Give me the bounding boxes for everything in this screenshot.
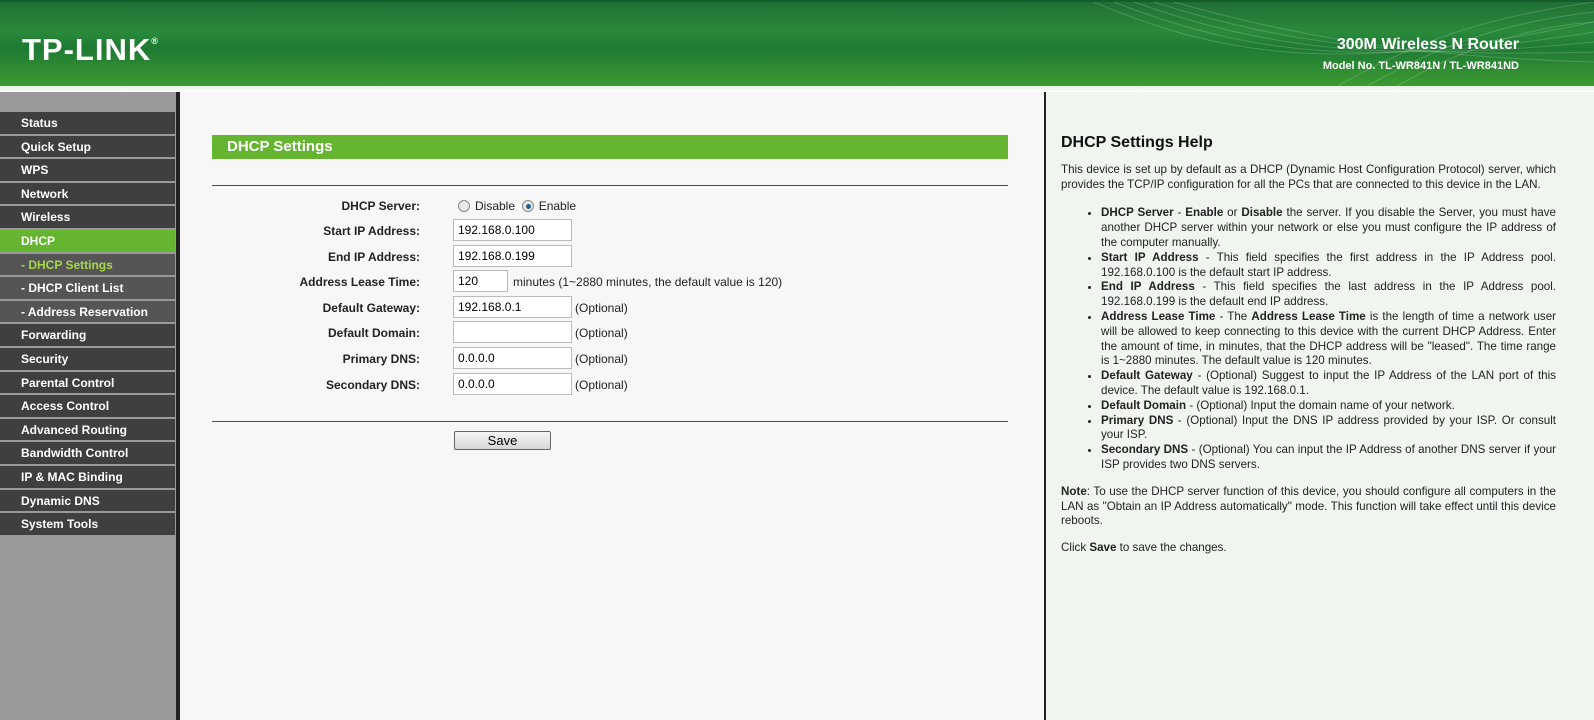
sidebar-item-bandwidth-control[interactable]: Bandwidth Control [0,442,175,466]
sidebar-top-band [0,92,176,112]
help-list: DHCP Server - Enable or Disable the serv… [1101,206,1556,472]
sidebar-item-status[interactable]: Status [0,112,175,136]
lease-time-row: Address Lease Time: minutes (1~2880 minu… [180,270,1040,294]
sidebar-item-ip-mac-binding[interactable]: IP & MAC Binding [0,465,175,490]
start-ip-input[interactable] [453,219,572,241]
secondary-dns-optional: (Optional) [575,378,628,392]
sidebar-item-address-reservation[interactable]: - Address Reservation [0,300,175,325]
save-button[interactable]: Save [454,431,551,450]
secondary-dns-input[interactable] [453,373,572,395]
help-item-domain: Default Domain - (Optional) Input the do… [1101,399,1556,414]
help-note: Note: To use the DHCP server function of… [1061,484,1556,528]
gateway-label: Default Gateway: [322,301,420,315]
page-title: DHCP Settings [212,135,1008,159]
tp-link-logo: TP-LINK® [22,32,159,67]
sidebar-item-wireless[interactable]: Wireless [0,206,175,230]
sidebar-item-advanced-routing[interactable]: Advanced Routing [0,418,175,443]
help-intro: This device is set up by default as a DH… [1061,162,1556,191]
domain-optional: (Optional) [575,326,628,340]
help-item-end-ip: End IP Address - This field specifies th… [1101,280,1556,310]
gateway-row: Default Gateway: (Optional) [180,296,1040,320]
help-item-lease-time: Address Lease Time - The Address Lease T… [1101,310,1556,369]
help-item-primary-dns: Primary DNS - (Optional) Input the DNS I… [1101,414,1556,444]
help-panel: DHCP Settings Help This device is set up… [1044,92,1594,720]
sidebar-menu: Status Quick Setup WPS Network Wireless DHCP -… [0,92,180,720]
dhcp-server-row: DHCP Server: Disable Enable [180,194,1040,218]
gateway-optional: (Optional) [575,301,628,315]
sidebar-item-parental-control[interactable]: Parental Control [0,371,175,396]
sidebar-item-quick-setup[interactable]: Quick Setup [0,135,175,160]
sidebar-item-system-tools[interactable]: System Tools [0,513,175,537]
model-number: Model No. TL-WR841N / TL-WR841ND [1322,60,1519,72]
dhcp-server-radios: Disable Enable [458,199,576,213]
gateway-input[interactable] [453,296,572,318]
disable-radio[interactable] [458,200,470,212]
divider-top [212,185,1008,186]
lease-time-label: Address Lease Time: [299,275,421,289]
sidebar-item-dhcp[interactable]: DHCP [0,229,175,254]
primary-dns-label: Primary DNS: [342,352,420,366]
secondary-dns-label: Secondary DNS: [325,378,420,392]
sidebar-item-dhcp-client-list[interactable]: - DHCP Client List [0,277,175,301]
sidebar-item-wps[interactable]: WPS [0,159,175,183]
lease-time-input[interactable] [453,270,508,292]
primary-dns-optional: (Optional) [575,352,628,366]
domain-label: Default Domain: [327,326,420,340]
help-save-hint: Click Save to save the changes. [1061,541,1227,555]
primary-dns-input[interactable] [453,347,572,369]
lease-time-note: minutes (1~2880 minutes, the default val… [513,275,783,289]
enable-radio[interactable] [521,200,534,212]
sidebar-item-dynamic-dns[interactable]: Dynamic DNS [0,489,175,514]
help-item-start-ip: Start IP Address - This field specifies … [1101,251,1556,281]
sidebar-item-forwarding[interactable]: Forwarding [0,324,175,348]
domain-row: Default Domain: (Optional) [180,321,1040,345]
divider-bottom [212,421,1008,422]
dhcp-server-label: DHCP Server: [341,199,420,213]
primary-dns-row: Primary DNS: (Optional) [180,347,1040,371]
sidebar-item-dhcp-settings[interactable]: - DHCP Settings [0,253,175,278]
secondary-dns-row: Secondary DNS: (Optional) [180,373,1040,397]
main-content: DHCP Settings DHCP Server: Disable Enabl… [180,92,1044,720]
header-banner: TP-LINK® 300M Wireless N Router Model No… [0,0,1594,86]
help-item-secondary-dns: Secondary DNS - (Optional) You can input… [1101,443,1556,473]
domain-input[interactable] [453,321,572,343]
end-ip-input[interactable] [453,245,572,267]
disable-label[interactable]: Disable [475,199,515,213]
help-item-gateway: Default Gateway - (Optional) Suggest to … [1101,369,1556,399]
enable-label[interactable]: Enable [539,199,576,213]
sidebar-item-access-control[interactable]: Access Control [0,395,175,419]
start-ip-row: Start IP Address: [180,219,1040,243]
end-ip-label: End IP Address: [327,250,420,264]
start-ip-label: Start IP Address: [323,224,420,238]
end-ip-row: End IP Address: [180,245,1040,269]
sidebar-item-security[interactable]: Security [0,347,175,372]
sidebar-item-network[interactable]: Network [0,182,175,207]
help-item-dhcp-server: DHCP Server - Enable or Disable the serv… [1101,206,1556,250]
help-title: DHCP Settings Help [1061,134,1213,151]
product-name: 300M Wireless N Router [1336,36,1519,53]
